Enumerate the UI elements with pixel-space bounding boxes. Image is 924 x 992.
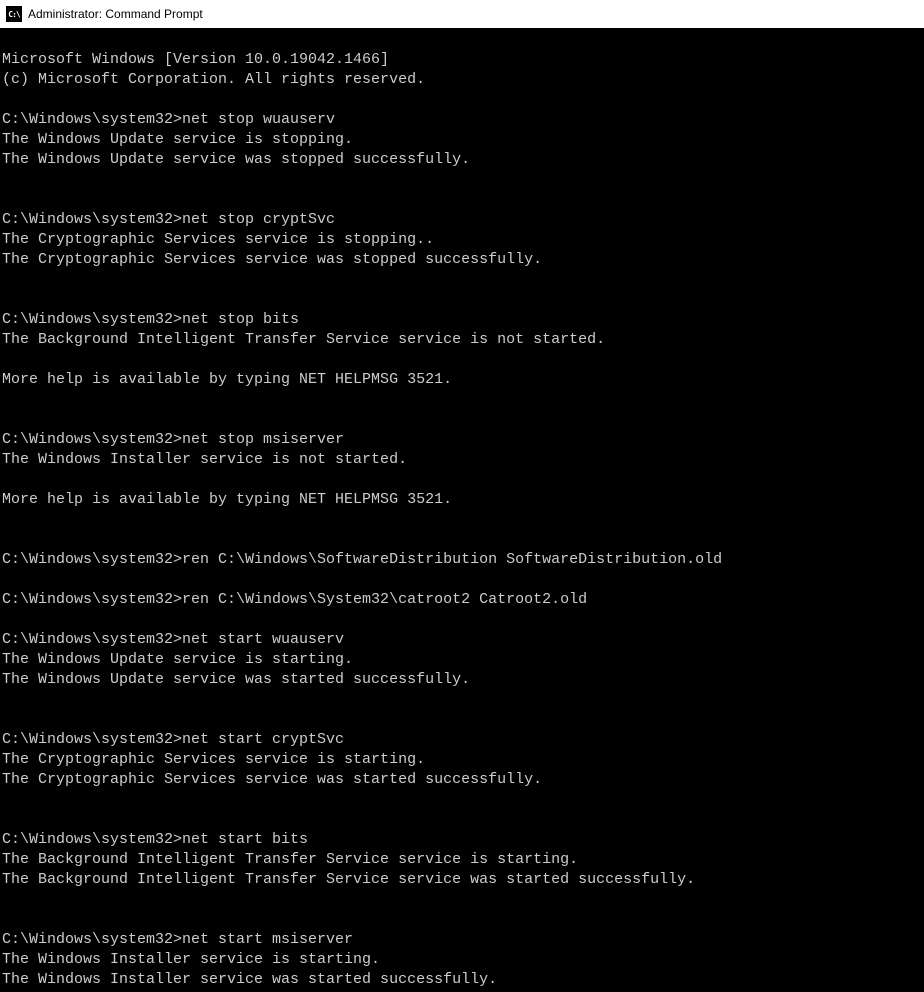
terminal-line: Microsoft Windows [Version 10.0.19042.14…	[2, 50, 922, 70]
terminal-line: C:\Windows\system32>net stop wuauserv	[2, 110, 922, 130]
terminal-line: The Background Intelligent Transfer Serv…	[2, 870, 922, 890]
terminal-line: The Cryptographic Services service is st…	[2, 230, 922, 250]
window-titlebar[interactable]: C:\ Administrator: Command Prompt	[0, 0, 924, 28]
terminal-line	[2, 90, 922, 110]
terminal-line	[2, 810, 922, 830]
terminal-line: C:\Windows\system32>net stop msiserver	[2, 430, 922, 450]
terminal-line	[2, 170, 922, 190]
terminal-line: C:\Windows\system32>net stop bits	[2, 310, 922, 330]
terminal-line: The Windows Update service was stopped s…	[2, 150, 922, 170]
terminal-line: C:\Windows\system32>net start bits	[2, 830, 922, 850]
terminal-output[interactable]: Microsoft Windows [Version 10.0.19042.14…	[0, 28, 924, 992]
terminal-line: More help is available by typing NET HEL…	[2, 490, 922, 510]
terminal-line: The Windows Installer service is not sta…	[2, 450, 922, 470]
terminal-line	[2, 610, 922, 630]
terminal-line	[2, 890, 922, 910]
window-title: Administrator: Command Prompt	[28, 7, 203, 21]
terminal-line: (c) Microsoft Corporation. All rights re…	[2, 70, 922, 90]
terminal-line: The Cryptographic Services service was s…	[2, 770, 922, 790]
terminal-line: The Windows Update service is stopping.	[2, 130, 922, 150]
terminal-line: More help is available by typing NET HEL…	[2, 370, 922, 390]
terminal-line: The Background Intelligent Transfer Serv…	[2, 850, 922, 870]
terminal-line	[2, 530, 922, 550]
terminal-line: The Cryptographic Services service was s…	[2, 250, 922, 270]
terminal-line: C:\Windows\system32>net start wuauserv	[2, 630, 922, 650]
cmd-icon: C:\	[6, 6, 22, 22]
cmd-icon-text: C:\	[8, 10, 19, 19]
terminal-line: The Windows Update service is starting.	[2, 650, 922, 670]
terminal-line	[2, 410, 922, 430]
terminal-line	[2, 570, 922, 590]
terminal-line	[2, 690, 922, 710]
terminal-line	[2, 270, 922, 290]
terminal-line	[2, 510, 922, 530]
terminal-line: C:\Windows\system32>net start msiserver	[2, 930, 922, 950]
terminal-line	[2, 350, 922, 370]
terminal-line	[2, 710, 922, 730]
terminal-line: C:\Windows\system32>ren C:\Windows\Syste…	[2, 590, 922, 610]
terminal-line: The Windows Installer service was starte…	[2, 970, 922, 990]
terminal-line	[2, 790, 922, 810]
terminal-line: C:\Windows\system32>ren C:\Windows\Softw…	[2, 550, 922, 570]
terminal-line	[2, 290, 922, 310]
terminal-line	[2, 470, 922, 490]
terminal-line: C:\Windows\system32>net start cryptSvc	[2, 730, 922, 750]
terminal-line	[2, 910, 922, 930]
terminal-line: The Cryptographic Services service is st…	[2, 750, 922, 770]
terminal-line	[2, 190, 922, 210]
terminal-line: The Windows Installer service is startin…	[2, 950, 922, 970]
terminal-line: The Background Intelligent Transfer Serv…	[2, 330, 922, 350]
terminal-line	[2, 390, 922, 410]
terminal-line: C:\Windows\system32>net stop cryptSvc	[2, 210, 922, 230]
terminal-line: The Windows Update service was started s…	[2, 670, 922, 690]
